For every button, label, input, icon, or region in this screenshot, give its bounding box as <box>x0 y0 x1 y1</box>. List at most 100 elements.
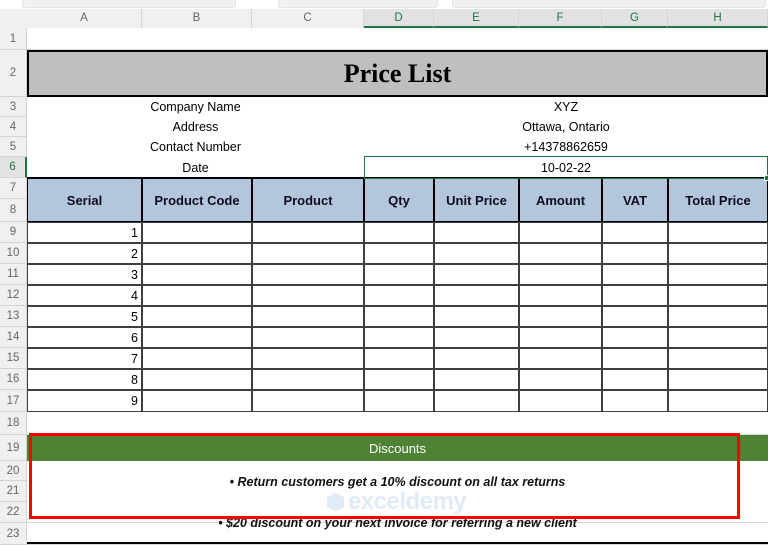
table-cell-product-code[interactable] <box>142 264 252 285</box>
table-cell-amount[interactable] <box>519 264 602 285</box>
row-header-10[interactable]: 10 <box>0 243 27 264</box>
table-cell-vat[interactable] <box>602 369 668 390</box>
table-cell-vat[interactable] <box>602 222 668 243</box>
table-cell-unit-price[interactable] <box>434 348 519 369</box>
table-cell-unit-price[interactable] <box>434 222 519 243</box>
row-header-13[interactable]: 13 <box>0 306 27 327</box>
table-cell-qty[interactable] <box>364 348 434 369</box>
table-cell-amount[interactable] <box>519 243 602 264</box>
table-cell-amount[interactable] <box>519 327 602 348</box>
column-header-h[interactable]: H <box>668 9 768 28</box>
table-row[interactable]: 8 <box>27 369 142 390</box>
table-cell-qty[interactable] <box>364 369 434 390</box>
row-header-1[interactable]: 1 <box>0 28 27 50</box>
table-cell-unit-price[interactable] <box>434 243 519 264</box>
row-header-2[interactable]: 2 <box>0 50 27 97</box>
table-cell-unit-price[interactable] <box>434 264 519 285</box>
table-cell-product-code[interactable] <box>142 327 252 348</box>
column-header-d[interactable]: D <box>364 9 434 28</box>
column-header-c[interactable]: C <box>252 9 364 28</box>
column-header-b[interactable]: B <box>142 9 252 28</box>
row-header-14[interactable]: 14 <box>0 327 27 348</box>
table-cell-product-code[interactable] <box>142 222 252 243</box>
table-row[interactable]: 5 <box>27 306 142 327</box>
table-cell-unit-price[interactable] <box>434 327 519 348</box>
table-cell-qty[interactable] <box>364 222 434 243</box>
info-value-contact-number[interactable]: +14378862659 <box>364 137 768 157</box>
table-cell-total-price[interactable] <box>668 348 768 369</box>
table-cell-unit-price[interactable] <box>434 306 519 327</box>
table-header-product[interactable]: Product <box>252 178 364 222</box>
row-header-11[interactable]: 11 <box>0 264 27 285</box>
table-header-vat[interactable]: VAT <box>602 178 668 222</box>
row-header-4[interactable]: 4 <box>0 117 27 137</box>
info-value-address[interactable]: Ottawa, Ontario <box>364 117 768 137</box>
row-header-21[interactable]: 21 <box>0 481 27 502</box>
info-label-date[interactable]: Date <box>27 157 364 178</box>
table-cell-amount[interactable] <box>519 306 602 327</box>
discounts-heading[interactable]: Discounts <box>27 435 768 461</box>
table-cell-amount[interactable] <box>519 285 602 306</box>
row-header-17[interactable]: 17 <box>0 390 27 412</box>
row-header-7[interactable]: 7 <box>0 178 27 199</box>
row-header-15[interactable]: 15 <box>0 348 27 369</box>
table-cell-product[interactable] <box>252 390 364 412</box>
row-header-6[interactable]: 6 <box>0 157 27 178</box>
column-header-e[interactable]: E <box>434 9 519 28</box>
column-header-a[interactable]: A <box>27 9 142 28</box>
table-cell-total-price[interactable] <box>668 327 768 348</box>
table-header-amount[interactable]: Amount <box>519 178 602 222</box>
table-header-total-price[interactable]: Total Price <box>668 178 768 222</box>
table-header-qty[interactable]: Qty <box>364 178 434 222</box>
table-row[interactable]: 2 <box>27 243 142 264</box>
row-header-18[interactable]: 18 <box>0 412 27 435</box>
row-header-12[interactable]: 12 <box>0 285 27 306</box>
table-row[interactable]: 3 <box>27 264 142 285</box>
table-cell-unit-price[interactable] <box>434 369 519 390</box>
table-cell-qty[interactable] <box>364 390 434 412</box>
table-cell-product[interactable] <box>252 264 364 285</box>
row-header-9[interactable]: 9 <box>0 222 27 243</box>
table-cell-unit-price[interactable] <box>434 390 519 412</box>
row-header-8[interactable]: 8 <box>0 199 27 222</box>
table-row[interactable]: 7 <box>27 348 142 369</box>
table-cell-total-price[interactable] <box>668 390 768 412</box>
table-cell-amount[interactable] <box>519 348 602 369</box>
table-cell-total-price[interactable] <box>668 306 768 327</box>
row-header-23[interactable]: 23 <box>0 523 27 545</box>
fill-handle[interactable] <box>764 175 768 181</box>
table-cell-vat[interactable] <box>602 306 668 327</box>
table-cell-product[interactable] <box>252 327 364 348</box>
row-header-5[interactable]: 5 <box>0 137 27 157</box>
table-cell-product-code[interactable] <box>142 306 252 327</box>
table-row[interactable]: 6 <box>27 327 142 348</box>
table-cell-vat[interactable] <box>602 285 668 306</box>
table-cell-vat[interactable] <box>602 390 668 412</box>
table-cell-amount[interactable] <box>519 390 602 412</box>
info-value-company-name[interactable]: XYZ <box>364 97 768 117</box>
table-cell-qty[interactable] <box>364 243 434 264</box>
table-header-product-code[interactable]: Product Code <box>142 178 252 222</box>
table-cell-qty[interactable] <box>364 264 434 285</box>
table-cell-total-price[interactable] <box>668 264 768 285</box>
table-cell-vat[interactable] <box>602 327 668 348</box>
table-row[interactable]: 9 <box>27 390 142 412</box>
table-cell-product-code[interactable] <box>142 243 252 264</box>
info-label-company-name[interactable]: Company Name <box>27 97 364 117</box>
table-cell-product-code[interactable] <box>142 369 252 390</box>
row-header-20[interactable]: 20 <box>0 461 27 481</box>
table-cell-qty[interactable] <box>364 306 434 327</box>
table-cell-product-code[interactable] <box>142 348 252 369</box>
table-cell-total-price[interactable] <box>668 243 768 264</box>
table-cell-product-code[interactable] <box>142 285 252 306</box>
info-label-address[interactable]: Address <box>27 117 364 137</box>
column-header-g[interactable]: G <box>602 9 668 28</box>
table-row[interactable]: 4 <box>27 285 142 306</box>
table-cell-product[interactable] <box>252 306 364 327</box>
row-header-22[interactable]: 22 <box>0 502 27 523</box>
table-cell-vat[interactable] <box>602 348 668 369</box>
sheet-title[interactable]: Price List <box>27 50 768 97</box>
table-cell-unit-price[interactable] <box>434 285 519 306</box>
table-cell-vat[interactable] <box>602 243 668 264</box>
info-value-date[interactable]: 10-02-22 <box>364 157 768 178</box>
